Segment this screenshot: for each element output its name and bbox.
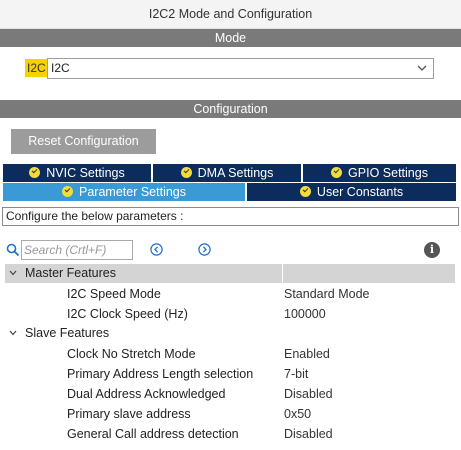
column-divider [282, 264, 283, 283]
tab-label: GPIO Settings [348, 166, 428, 180]
chevron-down-icon[interactable] [9, 329, 17, 337]
configuration-section-header: Configuration [0, 100, 461, 118]
param-name: Primary Address Length selection [67, 367, 254, 381]
param-name: I2C Speed Mode [67, 287, 161, 301]
tab-dma-settings[interactable]: DMA Settings [153, 164, 301, 182]
window-title: I2C2 Mode and Configuration [0, 0, 461, 29]
param-name: Clock No Stretch Mode [67, 347, 196, 361]
group-label: Master Features [25, 266, 117, 280]
param-row[interactable]: General Call address detection Disabled [0, 424, 461, 444]
group-master-features[interactable]: Master Features [5, 264, 455, 283]
check-circle-icon [180, 167, 192, 178]
search-icon[interactable] [6, 243, 20, 257]
info-icon[interactable]: i [424, 242, 440, 258]
chevron-down-icon[interactable] [416, 62, 428, 74]
tab-gpio-settings[interactable]: GPIO Settings [303, 164, 456, 182]
mode-section-header: Mode [0, 29, 461, 47]
tab-label: DMA Settings [197, 166, 274, 180]
tab-label: NVIC Settings [46, 166, 125, 180]
param-value[interactable]: 7-bit [284, 364, 308, 384]
check-circle-icon [331, 167, 343, 178]
tab-label: Parameter Settings [79, 185, 186, 199]
reset-configuration-button[interactable]: Reset Configuration [11, 129, 156, 154]
param-name: Primary slave address [67, 407, 191, 421]
check-circle-icon [62, 186, 73, 197]
group-slave-features[interactable]: Slave Features [5, 324, 455, 343]
check-circle-icon [29, 167, 41, 178]
param-row[interactable]: Clock No Stretch Mode Enabled [0, 344, 461, 364]
i2c-mode-select[interactable]: I2C [47, 58, 434, 79]
param-name: Dual Address Acknowledged [67, 387, 226, 401]
param-row[interactable]: I2C Speed Mode Standard Mode [0, 284, 461, 304]
param-row[interactable]: Dual Address Acknowledged Disabled [0, 384, 461, 404]
param-row[interactable]: Primary slave address 0x50 [0, 404, 461, 424]
param-value[interactable]: Disabled [284, 384, 333, 404]
tab-label: User Constants [316, 185, 404, 199]
check-circle-icon [299, 186, 311, 197]
param-row[interactable]: Primary Address Length selection 7-bit [0, 364, 461, 384]
param-name: General Call address detection [67, 427, 239, 441]
chevron-down-icon[interactable] [9, 269, 17, 277]
search-input[interactable] [21, 240, 133, 260]
param-row[interactable]: I2C Clock Speed (Hz) 100000 [0, 304, 461, 324]
group-label: Slave Features [25, 326, 110, 340]
chevron-left-circle-icon[interactable] [150, 243, 163, 256]
configure-hint: Configure the below parameters : [2, 207, 459, 226]
tab-user-constants[interactable]: User Constants [247, 183, 456, 201]
param-value[interactable]: Enabled [284, 344, 330, 364]
mode-field-label: I2C [25, 59, 48, 77]
param-value[interactable]: 100000 [284, 304, 326, 324]
param-name: I2C Clock Speed (Hz) [67, 307, 188, 321]
param-value[interactable]: 0x50 [284, 404, 311, 424]
chevron-right-circle-icon[interactable] [198, 243, 211, 256]
param-value[interactable]: Standard Mode [284, 284, 369, 304]
param-value[interactable]: Disabled [284, 424, 333, 444]
tab-parameter-settings[interactable]: Parameter Settings [3, 183, 245, 201]
tab-nvic-settings[interactable]: NVIC Settings [3, 164, 151, 182]
i2c-mode-selected-value: I2C [51, 61, 70, 75]
